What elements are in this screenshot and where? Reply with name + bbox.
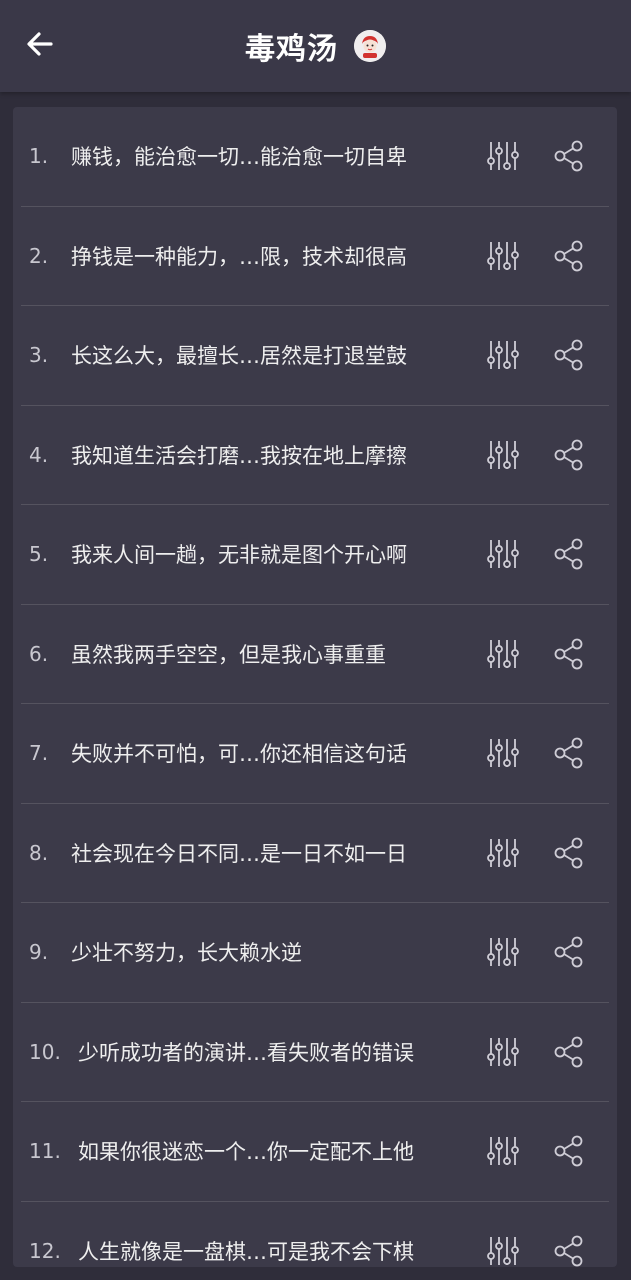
list-item[interactable]: 7. 失败并不可怕，可…你还相信这句话 bbox=[21, 704, 609, 804]
item-number: 3. bbox=[29, 343, 49, 368]
share-icon[interactable] bbox=[551, 536, 587, 572]
avatar-image bbox=[354, 30, 386, 62]
list-item[interactable]: 6. 虽然我两手空空，但是我心事重重 bbox=[21, 605, 609, 704]
share-icon[interactable] bbox=[551, 934, 587, 970]
item-text: 赚钱，能治愈一切…能治愈一切自卑 bbox=[71, 145, 407, 170]
equalizer-icon[interactable] bbox=[485, 934, 521, 970]
item-number: 12. bbox=[29, 1238, 61, 1263]
share-icon[interactable] bbox=[551, 337, 587, 373]
app: 毒鸡汤 1. 赚钱，能治愈一切…能治愈一切自卑 2. 挣钱是一种能力，…限，技术却很高… bbox=[0, 0, 631, 1280]
list-item[interactable]: 5. 我来人间一趟，无非就是图个开心啊 bbox=[21, 505, 609, 605]
item-number: 9. bbox=[29, 940, 49, 965]
item-number: 11. bbox=[29, 1139, 61, 1164]
share-icon[interactable] bbox=[551, 1034, 587, 1070]
list-item[interactable]: 8. 社会现在今日不同…是一日不如一日 bbox=[21, 804, 609, 903]
equalizer-icon[interactable] bbox=[485, 337, 521, 373]
item-number: 7. bbox=[29, 741, 49, 766]
item-number: 5. bbox=[29, 542, 49, 567]
equalizer-icon[interactable] bbox=[485, 1133, 521, 1169]
list-item[interactable]: 10. 少听成功者的演讲…看失败者的错误 bbox=[21, 1003, 609, 1102]
list-item[interactable]: 4. 我知道生活会打磨…我按在地上摩擦 bbox=[21, 406, 609, 505]
equalizer-icon[interactable] bbox=[485, 735, 521, 771]
list-item[interactable]: 1. 赚钱，能治愈一切…能治愈一切自卑 bbox=[21, 107, 609, 207]
item-text: 社会现在今日不同…是一日不如一日 bbox=[71, 841, 407, 866]
share-icon[interactable] bbox=[551, 835, 587, 871]
item-text: 长这么大，最擅长…居然是打退堂鼓 bbox=[71, 344, 407, 369]
equalizer-icon[interactable] bbox=[485, 835, 521, 871]
share-icon[interactable] bbox=[551, 1233, 587, 1267]
list-item[interactable]: 11. 如果你很迷恋一个…你一定配不上他 bbox=[21, 1102, 609, 1202]
title-area: 毒鸡汤 bbox=[0, 0, 631, 92]
item-text: 虽然我两手空空，但是我心事重重 bbox=[71, 642, 386, 667]
item-text: 如果你很迷恋一个…你一定配不上他 bbox=[78, 1140, 414, 1165]
item-number: 2. bbox=[29, 243, 49, 268]
item-text: 少壮不努力，长大赖水逆 bbox=[71, 941, 302, 966]
equalizer-icon[interactable] bbox=[485, 238, 521, 274]
item-number: 4. bbox=[29, 442, 49, 467]
share-icon[interactable] bbox=[551, 1133, 587, 1169]
item-number: 10. bbox=[29, 1039, 61, 1064]
item-text: 我知道生活会打磨…我按在地上摩擦 bbox=[71, 443, 407, 468]
list-item[interactable]: 9. 少壮不努力，长大赖水逆 bbox=[21, 903, 609, 1003]
share-icon[interactable] bbox=[551, 238, 587, 274]
avatar[interactable] bbox=[354, 30, 386, 62]
equalizer-icon[interactable] bbox=[485, 437, 521, 473]
list-item[interactable]: 2. 挣钱是一种能力，…限，技术却很高 bbox=[21, 207, 609, 306]
list-item[interactable]: 3. 长这么大，最擅长…居然是打退堂鼓 bbox=[21, 306, 609, 406]
share-icon[interactable] bbox=[551, 437, 587, 473]
top-app-bar: 毒鸡汤 bbox=[0, 0, 631, 92]
equalizer-icon[interactable] bbox=[485, 636, 521, 672]
share-icon[interactable] bbox=[551, 735, 587, 771]
share-icon[interactable] bbox=[551, 138, 587, 174]
page-title: 毒鸡汤 bbox=[245, 32, 338, 67]
item-text: 人生就像是一盘棋…可是我不会下棋 bbox=[78, 1239, 414, 1264]
equalizer-icon[interactable] bbox=[485, 138, 521, 174]
equalizer-icon[interactable] bbox=[485, 1034, 521, 1070]
item-number: 1. bbox=[29, 144, 49, 169]
item-text: 失败并不可怕，可…你还相信这句话 bbox=[71, 742, 407, 767]
item-number: 8. bbox=[29, 840, 49, 865]
equalizer-icon[interactable] bbox=[485, 536, 521, 572]
list-item[interactable]: 12. 人生就像是一盘棋…可是我不会下棋 bbox=[21, 1202, 609, 1268]
item-text: 我来人间一趟，无非就是图个开心啊 bbox=[71, 543, 407, 568]
quote-list: 1. 赚钱，能治愈一切…能治愈一切自卑 2. 挣钱是一种能力，…限，技术却很高 3. 长这… bbox=[13, 107, 617, 1267]
share-icon[interactable] bbox=[551, 636, 587, 672]
item-number: 6. bbox=[29, 641, 49, 666]
item-text: 挣钱是一种能力，…限，技术却很高 bbox=[71, 244, 407, 269]
equalizer-icon[interactable] bbox=[485, 1233, 521, 1267]
item-text: 少听成功者的演讲…看失败者的错误 bbox=[78, 1040, 414, 1065]
